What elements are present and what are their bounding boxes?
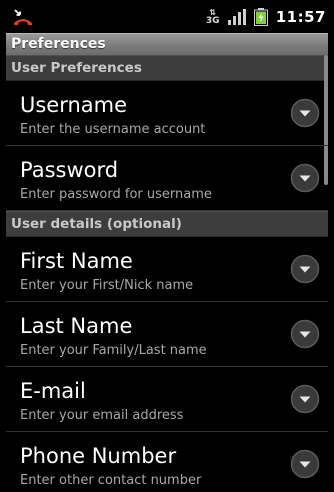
pref-item-phone-number[interactable]: Phone Number Enter other contact number — [6, 432, 328, 492]
title-bar: Preferences — [6, 33, 328, 55]
pref-title: Last Name — [20, 314, 133, 338]
pref-summary: Enter your Family/Last name — [20, 343, 207, 358]
dropdown-arrow-icon[interactable] — [290, 254, 320, 284]
preferences-list[interactable]: User Preferences Username Enter the user… — [6, 55, 328, 492]
app-frame: ⇅ 3G 11:57 Preferences User Preferences — [0, 0, 334, 492]
network-3g-icon: ⇅ 3G — [205, 7, 220, 26]
pref-item-username[interactable]: Username Enter the username account — [6, 81, 328, 146]
signal-icon — [227, 8, 246, 25]
pref-summary: Enter the username account — [20, 122, 206, 137]
missed-call-icon — [14, 9, 32, 25]
pref-item-email[interactable]: E-mail Enter your email address — [6, 367, 328, 432]
section-header-user-preferences: User Preferences — [6, 55, 328, 81]
network-type-label: 3G — [205, 15, 220, 26]
pref-title: First Name — [20, 249, 133, 273]
battery-charging-icon — [253, 7, 268, 26]
pref-title: Password — [20, 158, 119, 182]
dropdown-arrow-icon[interactable] — [290, 449, 320, 479]
pref-summary: Enter password for username — [20, 187, 212, 202]
page-title: Preferences — [11, 36, 106, 52]
pref-item-password[interactable]: Password Enter password for username — [6, 146, 328, 211]
pref-title: Username — [20, 93, 128, 117]
dropdown-arrow-icon[interactable] — [290, 98, 320, 128]
dropdown-arrow-icon[interactable] — [290, 319, 320, 349]
pref-summary: Enter your email address — [20, 408, 184, 423]
section-header-user-details: User details (optional) — [6, 211, 328, 237]
pref-item-first-name[interactable]: First Name Enter your First/Nick name — [6, 237, 328, 302]
status-bar: ⇅ 3G 11:57 — [0, 0, 334, 33]
pref-item-last-name[interactable]: Last Name Enter your Family/Last name — [6, 302, 328, 367]
pref-summary: Enter other contact number — [20, 473, 202, 488]
status-time: 11:57 — [275, 7, 326, 26]
pref-title: E-mail — [20, 379, 86, 403]
dropdown-arrow-icon[interactable] — [290, 384, 320, 414]
pref-summary: Enter your First/Nick name — [20, 278, 194, 293]
dropdown-arrow-icon[interactable] — [290, 163, 320, 193]
pref-title: Phone Number — [20, 444, 177, 468]
